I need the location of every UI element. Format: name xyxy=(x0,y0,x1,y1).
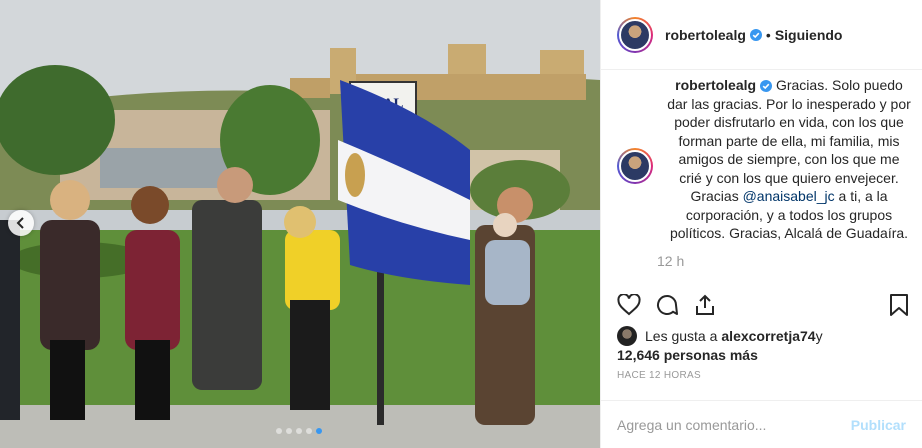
heart-icon xyxy=(617,294,641,316)
like-button[interactable] xyxy=(617,294,641,316)
carousel-dot xyxy=(306,428,312,434)
chevron-left-icon xyxy=(16,217,24,229)
post-sidebar: robertolealg • Siguiendo robertolealg Gr… xyxy=(600,0,922,448)
comment-input[interactable] xyxy=(617,416,851,433)
likes-prefix: Les gusta a xyxy=(645,328,718,344)
caption-username[interactable]: robertolealg xyxy=(675,77,756,93)
caption-mention-link[interactable]: @anaisabel_jc xyxy=(743,188,835,204)
post-timestamp[interactable]: HACE 12 HORAS xyxy=(617,370,701,381)
carousel-dot-active xyxy=(316,428,322,434)
following-button[interactable]: Siguiendo xyxy=(775,27,843,43)
share-button[interactable] xyxy=(693,293,717,317)
header-separator: • xyxy=(765,26,771,43)
liker-username[interactable]: alexcorretja74 xyxy=(721,327,815,345)
carousel-dot xyxy=(296,428,302,434)
caption-timestamp[interactable]: 12 h xyxy=(653,253,911,269)
photo-scene: LEAL xyxy=(0,0,600,448)
comments-area: robertolealg Gracias. Solo puedo dar las… xyxy=(601,70,922,302)
verified-badge-icon xyxy=(749,28,762,41)
comment-icon xyxy=(657,295,678,315)
bookmark-icon xyxy=(890,294,908,316)
save-button[interactable] xyxy=(888,293,910,317)
post-caption: robertolealg Gracias. Solo puedo dar las… xyxy=(667,76,911,243)
likes-count-link[interactable]: 12,646 personas más xyxy=(617,347,758,363)
post-photo[interactable]: LEAL xyxy=(0,0,600,448)
action-bar xyxy=(617,288,910,322)
liker-avatar[interactable] xyxy=(617,326,637,346)
likes-summary: Les gusta a alexcorretja74 y 12,646 pers… xyxy=(617,326,823,364)
author-avatar[interactable] xyxy=(617,16,653,53)
author-username[interactable]: robertolealg xyxy=(665,27,746,43)
post-header: robertolealg • Siguiendo xyxy=(601,0,922,70)
caption-avatar[interactable] xyxy=(617,148,653,184)
comment-button[interactable] xyxy=(655,293,679,317)
carousel-dot xyxy=(286,428,292,434)
likes-and: y xyxy=(815,328,823,344)
caption-text: Gracias. Solo puedo dar las gracias. Por… xyxy=(667,77,911,204)
add-comment-bar: Publicar xyxy=(601,400,922,448)
carousel-dot xyxy=(276,428,282,434)
carousel-prev-button[interactable] xyxy=(8,210,34,236)
publish-button[interactable]: Publicar xyxy=(851,417,906,433)
verified-badge-icon xyxy=(760,80,773,93)
carousel-dots xyxy=(276,428,322,434)
share-icon xyxy=(696,294,714,315)
